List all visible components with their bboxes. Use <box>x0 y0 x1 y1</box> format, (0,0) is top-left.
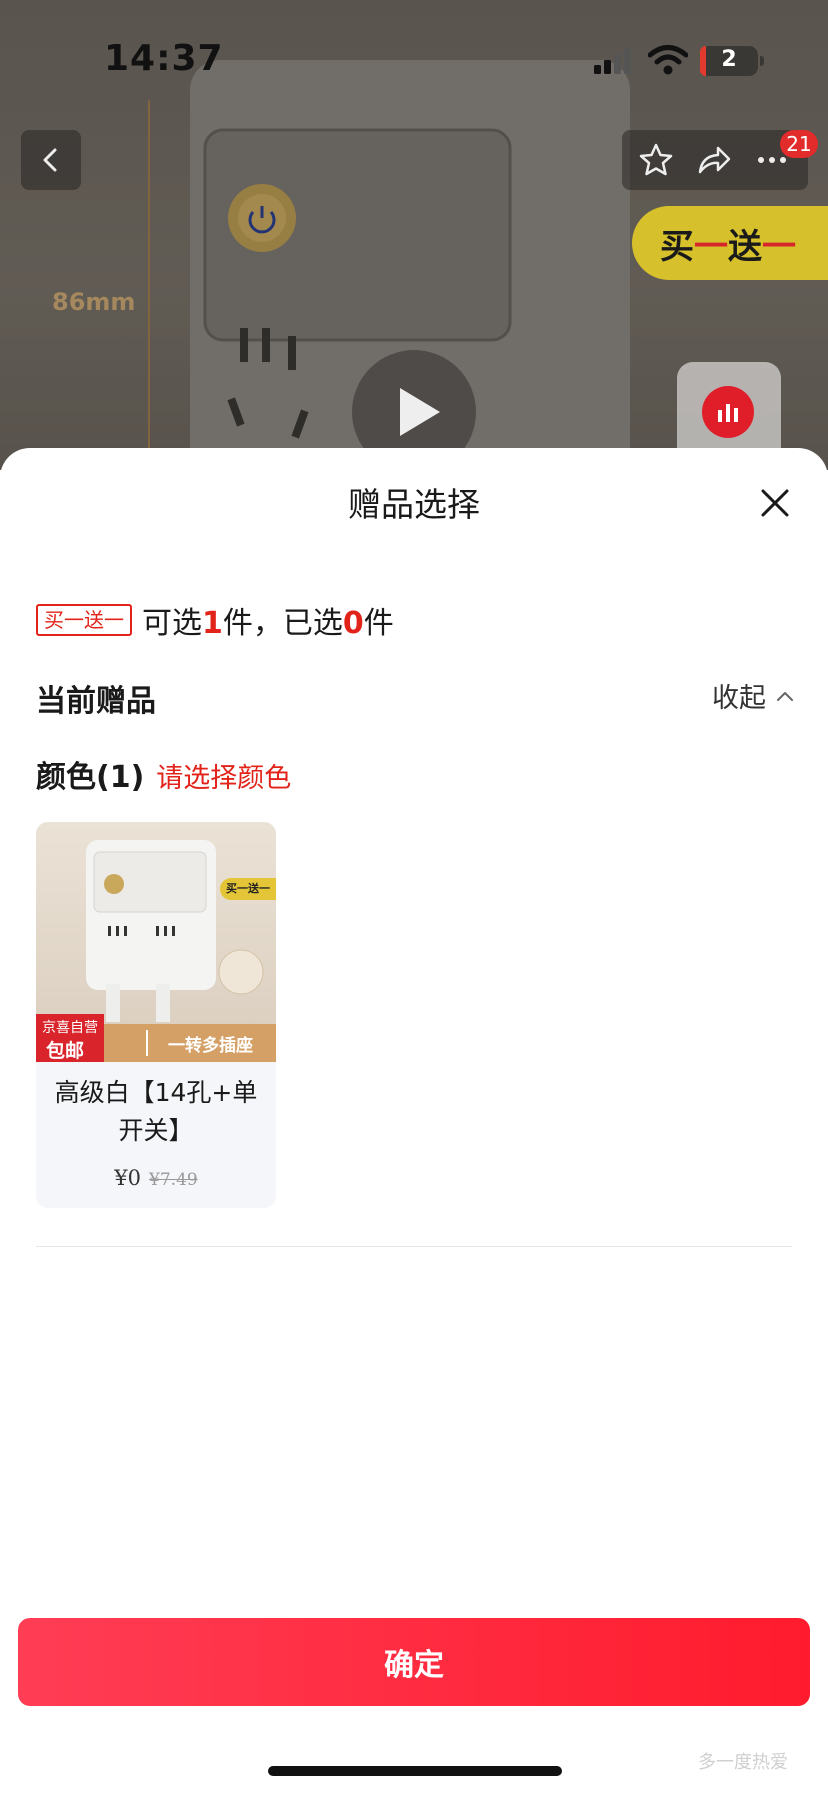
confirm-button[interactable]: 确定 <box>18 1618 810 1706</box>
jd-self-operated-badge: 京喜自营 包邮 <box>36 1014 104 1062</box>
cellular-signal-icon <box>594 48 631 74</box>
selection-rule: 买一送一 可选1件，已选0件 <box>36 600 394 641</box>
watermark: 多一度热爱 <box>698 1752 788 1773</box>
star-icon <box>639 143 673 176</box>
gift-name: 高级白【14孔+单开关】 <box>54 1078 258 1145</box>
promo-tag: 买一送一 <box>632 206 828 280</box>
color-option-row: 颜色(1) 请选择颜色 <box>36 752 291 796</box>
battery-icon: 2 <box>700 46 764 76</box>
promo-tag-dash: 一 <box>694 226 728 267</box>
home-indicator <box>268 1766 562 1776</box>
promo-rule-tag: 买一送一 <box>36 604 132 636</box>
battery-level: 2 <box>721 47 737 72</box>
color-hint: 请选择颜色 <box>156 763 292 794</box>
close-button[interactable] <box>754 482 796 524</box>
current-price: ¥0 <box>114 1166 142 1190</box>
chevron-up-icon <box>777 691 793 701</box>
sheet-title: 赠品选择 <box>348 485 480 524</box>
gift-selection-sheet: 赠品选择 买一送一 可选1件，已选0件 当前赠品 收起 颜色(1) 请选择颜色 … <box>0 448 828 1796</box>
back-button[interactable] <box>21 130 81 190</box>
chevron-left-icon <box>43 148 57 172</box>
mini-promo-tag: 买一送一 <box>220 878 276 900</box>
share-icon <box>698 146 731 174</box>
share-button[interactable] <box>694 140 734 180</box>
status-bar: 14:37 2 <box>0 0 828 120</box>
original-price: ¥7.49 <box>149 1170 198 1190</box>
status-time: 14:37 <box>104 38 224 79</box>
collapse-button[interactable]: 收起 <box>712 676 794 715</box>
promo-tag-main: 买 <box>660 226 694 267</box>
live-icon <box>702 386 754 438</box>
favorite-button[interactable] <box>636 140 676 180</box>
collapse-label: 收起 <box>712 683 766 714</box>
gift-thumbnail: 买一送一 一转多插座 京喜自营 包邮 <box>36 822 276 1062</box>
thumbnail-caption: 一转多插座 <box>168 1036 253 1056</box>
selected-count: 0 <box>342 606 364 641</box>
wifi-icon <box>648 45 688 75</box>
gift-price: ¥0 ¥7.49 <box>36 1166 276 1190</box>
gift-option-card[interactable]: 买一送一 一转多插座 京喜自营 包邮 高级白【14孔+单开关】 ¥0 ¥7.49 <box>36 822 276 1208</box>
promo-tag-dash-2: 一 <box>762 226 796 267</box>
notification-badge: 21 <box>780 130 818 158</box>
selectable-count: 1 <box>202 606 223 641</box>
color-label: 颜色(1) <box>36 760 145 795</box>
selection-count-text: 可选1件，已选0件 <box>142 606 394 641</box>
size-label: 86mm <box>52 288 136 316</box>
promo-tag-tail: 送 <box>728 226 762 267</box>
current-gift-heading: 当前赠品 <box>36 684 156 719</box>
divider <box>36 1246 792 1247</box>
close-icon <box>761 489 789 517</box>
